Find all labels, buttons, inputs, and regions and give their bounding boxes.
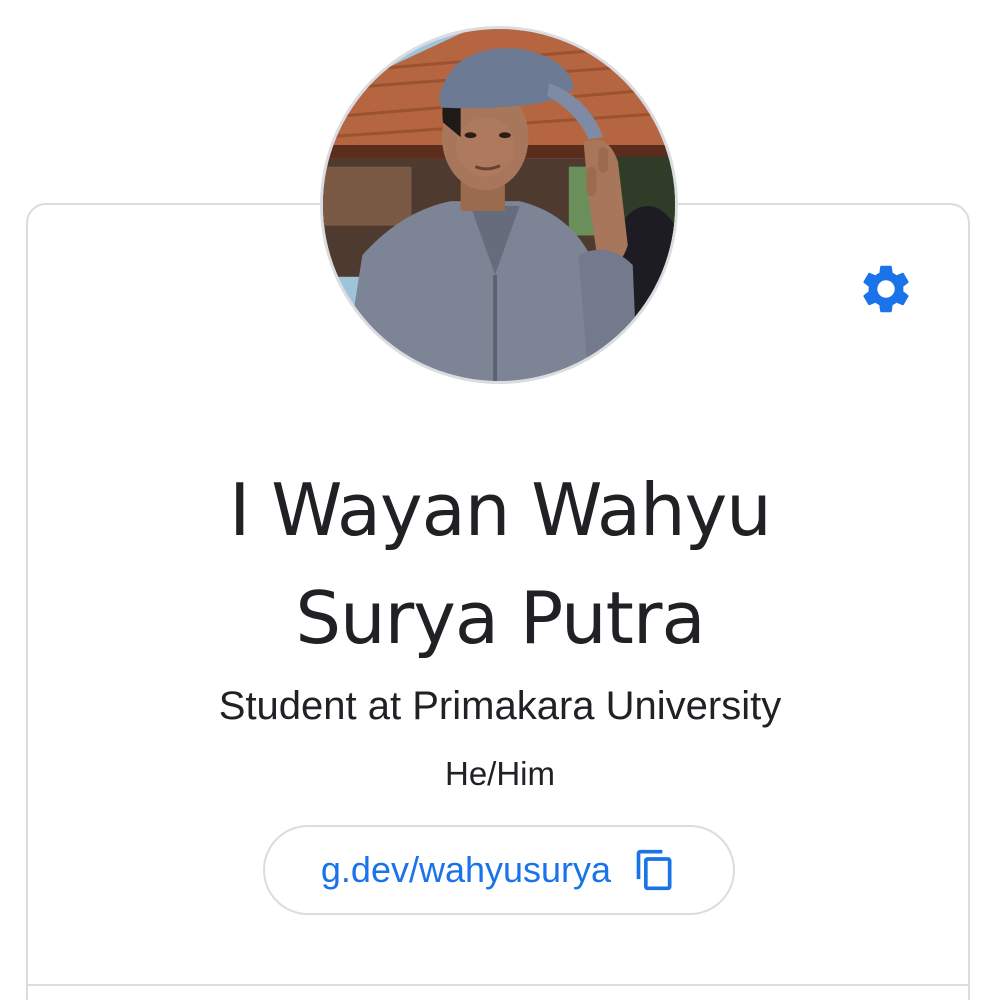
card-divider xyxy=(26,984,970,986)
profile-name-line2: Surya Putra xyxy=(295,576,705,660)
profile-pronouns: He/Him xyxy=(444,755,555,792)
profile-name: I Wayan Wahyu Surya Putra xyxy=(100,456,900,672)
profile-title: Student at Primakara University xyxy=(218,684,782,728)
gear-icon xyxy=(863,265,909,313)
profile-page: I Wayan Wahyu Surya Putra Student at Pri… xyxy=(0,0,1000,1000)
profile-photo xyxy=(323,29,675,381)
profile-link[interactable]: g.dev/wahyusurya xyxy=(321,849,611,891)
profile-name-line1: I Wayan Wahyu xyxy=(229,468,772,552)
copy-icon xyxy=(636,849,672,891)
avatar[interactable] xyxy=(320,26,678,384)
profile-link-chip[interactable]: g.dev/wahyusurya xyxy=(263,825,735,915)
settings-button[interactable] xyxy=(855,258,917,320)
copy-link-button[interactable] xyxy=(633,846,677,894)
